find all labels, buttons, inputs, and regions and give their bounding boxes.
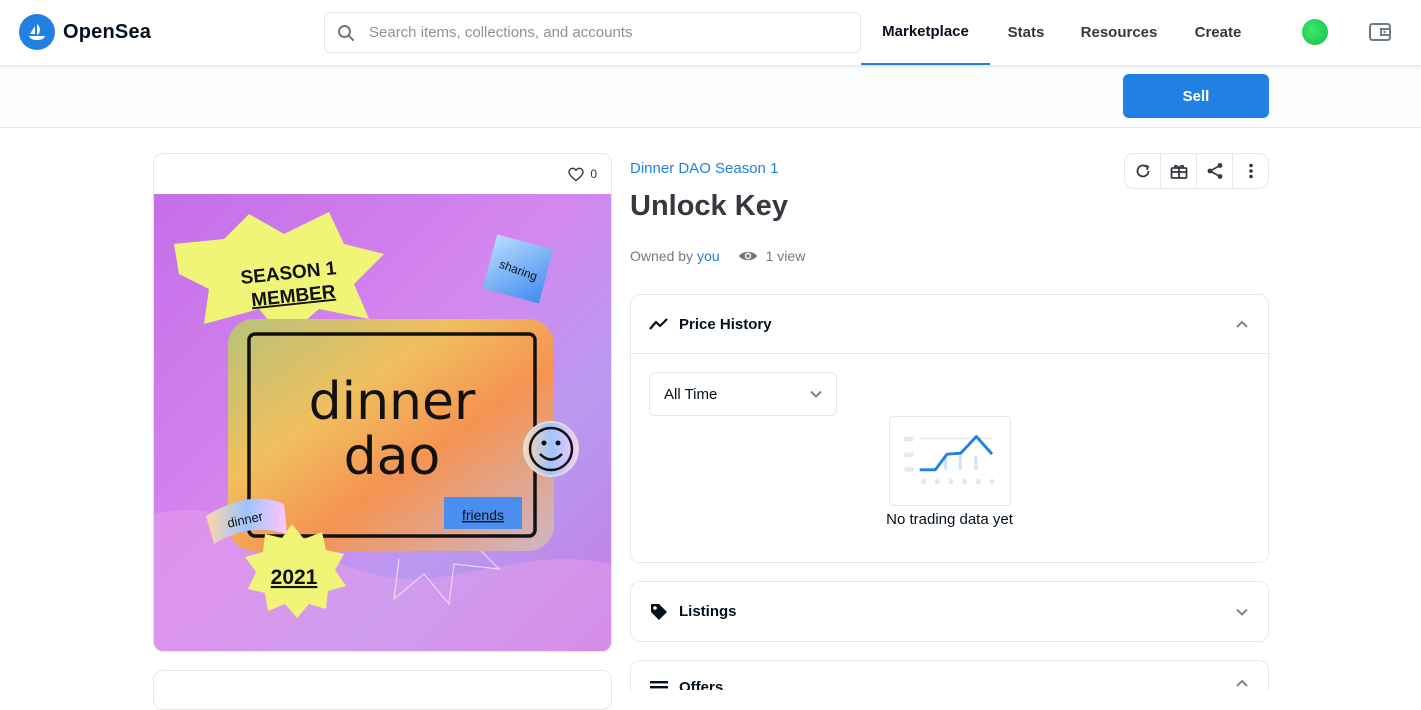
time-range-value: All Time	[664, 385, 718, 403]
item-title: Unlock Key	[630, 190, 788, 222]
owner-link[interactable]: you	[697, 248, 720, 264]
sell-button[interactable]: Sell	[1123, 74, 1269, 118]
item-actions	[1124, 153, 1269, 189]
views-count: 1 view	[738, 248, 806, 264]
offers-title: Offers	[679, 679, 724, 690]
more-options-button[interactable]	[1233, 154, 1268, 188]
owner-row: Owned by you 1 view	[630, 248, 805, 264]
search-bar[interactable]	[324, 12, 861, 53]
nav-stats[interactable]: Stats	[990, 0, 1062, 65]
nft-artwork[interactable]: SEASON 1 MEMBER sharing dinner dao frien…	[154, 194, 612, 652]
brand-name: OpenSea	[63, 20, 152, 43]
listings-header[interactable]: Listings	[631, 582, 1268, 641]
listings-title: Listings	[679, 603, 737, 620]
chevron-up-icon[interactable]	[1236, 320, 1248, 328]
collection-link[interactable]: Dinner DAO Season 1	[630, 160, 778, 177]
wallet-icon[interactable]	[1367, 19, 1393, 45]
time-range-select[interactable]: All Time	[649, 372, 837, 416]
offers-panel: Offers	[630, 660, 1269, 690]
no-data-message: No trading data yet	[886, 511, 1013, 528]
asset-description-card	[153, 670, 612, 710]
price-history-body: All Time No trading data yet	[631, 353, 1268, 562]
owner-action-bar: Sell	[0, 65, 1421, 128]
art-main-line2: dao	[344, 427, 441, 487]
share-icon	[1207, 163, 1222, 179]
art-sticker-friends: friends	[462, 507, 504, 523]
listings-panel: Listings	[630, 581, 1269, 642]
owned-by-label: Owned by	[630, 248, 694, 264]
nav-create[interactable]: Create	[1176, 0, 1260, 65]
tag-icon	[651, 603, 667, 620]
transfer-button[interactable]	[1161, 154, 1197, 188]
eye-icon	[738, 251, 757, 261]
share-button[interactable]	[1197, 154, 1233, 188]
price-history-title: Price History	[679, 315, 772, 333]
card-header: 0	[154, 154, 611, 194]
art-main-line1: dinner	[309, 372, 476, 432]
nav-marketplace[interactable]: Marketplace	[861, 0, 990, 65]
opensea-logo-icon	[19, 14, 55, 50]
gift-icon	[1170, 164, 1187, 179]
art-year: 2021	[271, 566, 318, 589]
more-vertical-icon	[1248, 163, 1253, 179]
opensea-logo[interactable]: OpenSea	[19, 14, 151, 50]
list-icon	[650, 681, 668, 689]
empty-chart-illustration	[889, 416, 1011, 506]
price-history-header[interactable]: Price History	[631, 295, 1268, 353]
refresh-icon	[1136, 164, 1149, 178]
favorite-count: 0	[590, 167, 597, 181]
refresh-metadata-button[interactable]	[1125, 154, 1161, 188]
offers-header[interactable]: Offers	[631, 661, 1268, 690]
price-history-panel: Price History All Time No trading data y…	[630, 294, 1269, 563]
trending-icon	[649, 318, 668, 330]
search-icon	[338, 24, 354, 41]
chevron-down-icon[interactable]	[1236, 608, 1248, 616]
heart-icon[interactable]	[568, 167, 585, 182]
chevron-down-icon	[810, 390, 822, 398]
views-label: 1 view	[765, 248, 806, 264]
profile-avatar[interactable]	[1302, 19, 1328, 45]
search-input[interactable]	[369, 24, 829, 41]
chevron-up-icon[interactable]	[1236, 679, 1248, 687]
asset-image-card: 0 SEASON 1 MEMBER sharing dinner dao fri…	[153, 153, 612, 652]
top-navbar: OpenSea Marketplace Stats Resources Crea…	[0, 0, 1421, 65]
nav-resources[interactable]: Resources	[1062, 0, 1176, 65]
